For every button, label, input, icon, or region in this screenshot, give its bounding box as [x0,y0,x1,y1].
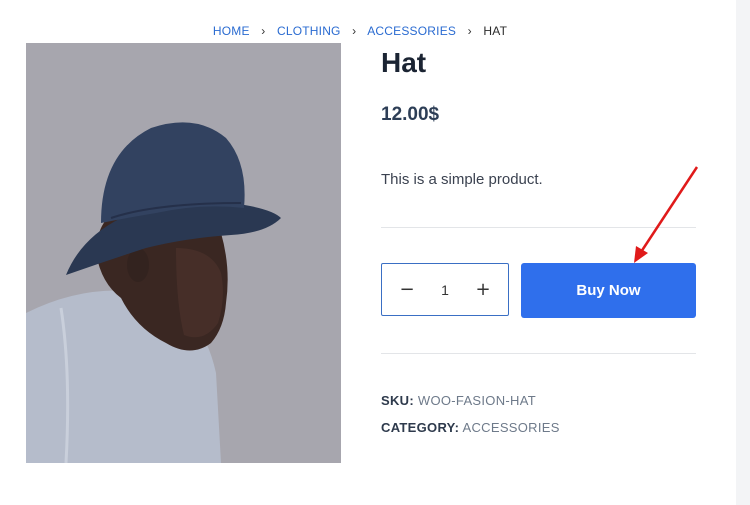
product-description: This is a simple product. [381,171,543,188]
quantity-stepper: − 1 + [381,263,509,316]
buy-now-button[interactable]: Buy Now [521,263,696,318]
category-row: CATEGORY: ACCESSORIES [381,420,560,435]
breadcrumb-accessories[interactable]: ACCESSORIES [367,24,456,38]
sku-row: SKU: WOO-FASION-HAT [381,393,536,408]
chevron-right-icon: › [261,24,266,38]
sku-label: SKU: [381,393,414,408]
chevron-right-icon: › [467,24,472,38]
product-photo-illustration [26,43,341,463]
divider [381,227,696,228]
divider [381,353,696,354]
product-title: Hat [381,47,427,78]
plus-icon[interactable]: + [458,264,508,315]
product-price: 12.00$ [381,104,440,125]
minus-icon[interactable]: − [382,264,432,315]
chevron-right-icon: › [352,24,357,38]
product-image[interactable] [26,43,341,463]
category-label: CATEGORY: [381,420,460,435]
category-link[interactable]: ACCESSORIES [463,420,560,435]
page-scrollbar[interactable] [736,0,750,505]
breadcrumb-clothing[interactable]: CLOTHING [277,24,341,38]
breadcrumb: HOME › CLOTHING › ACCESSORIES › HAT [0,24,720,38]
breadcrumb-current: HAT [483,24,508,38]
sku-value: WOO-FASION-HAT [417,393,536,408]
breadcrumb-home[interactable]: HOME [213,24,250,38]
quantity-value[interactable]: 1 [441,282,449,298]
